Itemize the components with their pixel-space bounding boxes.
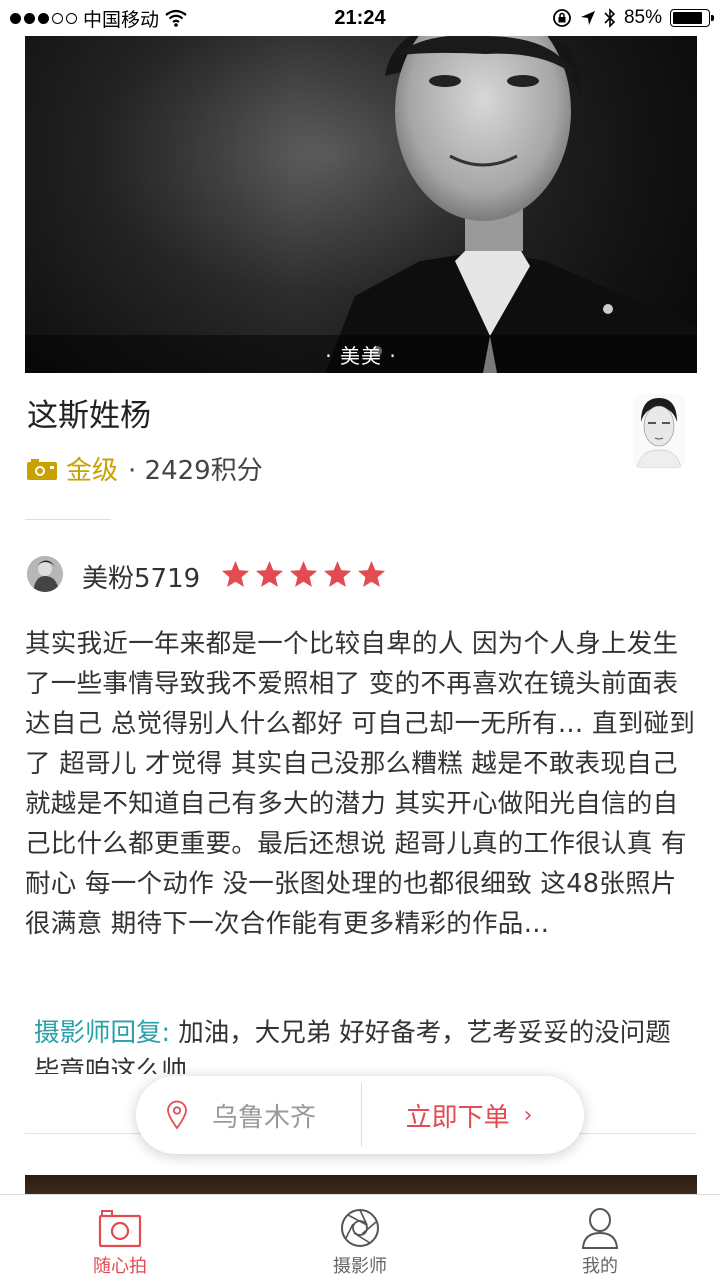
tab-label: 摄影师 (333, 1256, 387, 1277)
tab-label: 我的 (582, 1256, 618, 1277)
portrait-illustration (25, 36, 697, 373)
star-icon (323, 560, 352, 587)
star-icon (289, 560, 318, 587)
tab-label: 随心拍 (93, 1256, 147, 1277)
person-icon (581, 1208, 619, 1249)
photographer-level-row: 金级 · 2429积分 (26, 450, 263, 487)
reviewer-name: 美粉5719 (82, 564, 201, 594)
level-name: 金级 (66, 456, 119, 486)
photographer-name[interactable]: 这斯姓杨 (27, 390, 151, 435)
chevron-right-icon: › (523, 1102, 533, 1128)
status-left: 中国移动 (10, 5, 552, 32)
bluetooth-icon (604, 8, 616, 28)
divider (25, 519, 111, 520)
review-text: 其实我近一年来都是一个比较自卑的人 因为个人身上发生了一些事情导致我不爱照相了 … (25, 629, 696, 939)
location-label: 乌鲁木齐 (212, 1102, 317, 1133)
tab-bar: 随心拍 摄影师 我的 (0, 1194, 720, 1280)
avatar-illustration (633, 394, 685, 468)
status-bar: 中国移动 21:24 85% (0, 0, 720, 36)
battery-percent: 85% (623, 7, 662, 28)
points: · 2429积分 (128, 456, 263, 486)
reviewer-avatar-image (27, 556, 63, 592)
photographer-reply: 摄影师回复: 加油，大兄弟 好好备考，艺考妥妥的没问题 毕竟咱这么帅 (34, 1014, 694, 1074)
photographer-avatar[interactable] (633, 394, 685, 468)
camera-icon (98, 1210, 142, 1248)
carrier-label: 中国移动 (83, 9, 160, 31)
reviewer-avatar[interactable] (27, 556, 63, 592)
order-now-button[interactable]: 立即下单 › (362, 1076, 584, 1154)
order-label: 立即下单 (405, 1102, 510, 1133)
reply-label: 摄影师回复: (34, 1018, 171, 1048)
hero-photo[interactable]: · 美美 · (25, 36, 697, 373)
star-icon (255, 560, 284, 587)
signal-strength-icon (10, 12, 77, 24)
location-selector[interactable]: 乌鲁木齐 (136, 1076, 361, 1154)
rotation-lock-icon (553, 9, 571, 27)
battery-icon (670, 9, 714, 27)
wifi-icon (165, 9, 187, 27)
battery-fill (673, 12, 702, 24)
star-icon (357, 560, 386, 587)
star-icon (221, 560, 250, 587)
location-pin-icon (167, 1100, 187, 1130)
location-arrow-icon (580, 11, 595, 25)
floating-order-bar: 乌鲁木齐 立即下单 › (136, 1076, 584, 1154)
tab-suixinpai[interactable]: 随心拍 (0, 1195, 240, 1280)
tab-photographer[interactable]: 摄影师 (240, 1195, 480, 1280)
status-right: 85% (552, 7, 714, 29)
camera-badge-icon (27, 458, 57, 480)
rating-stars (220, 559, 387, 590)
tab-mine[interactable]: 我的 (480, 1195, 720, 1280)
hero-caption: · 美美 · (25, 335, 697, 373)
aperture-icon (341, 1209, 379, 1247)
